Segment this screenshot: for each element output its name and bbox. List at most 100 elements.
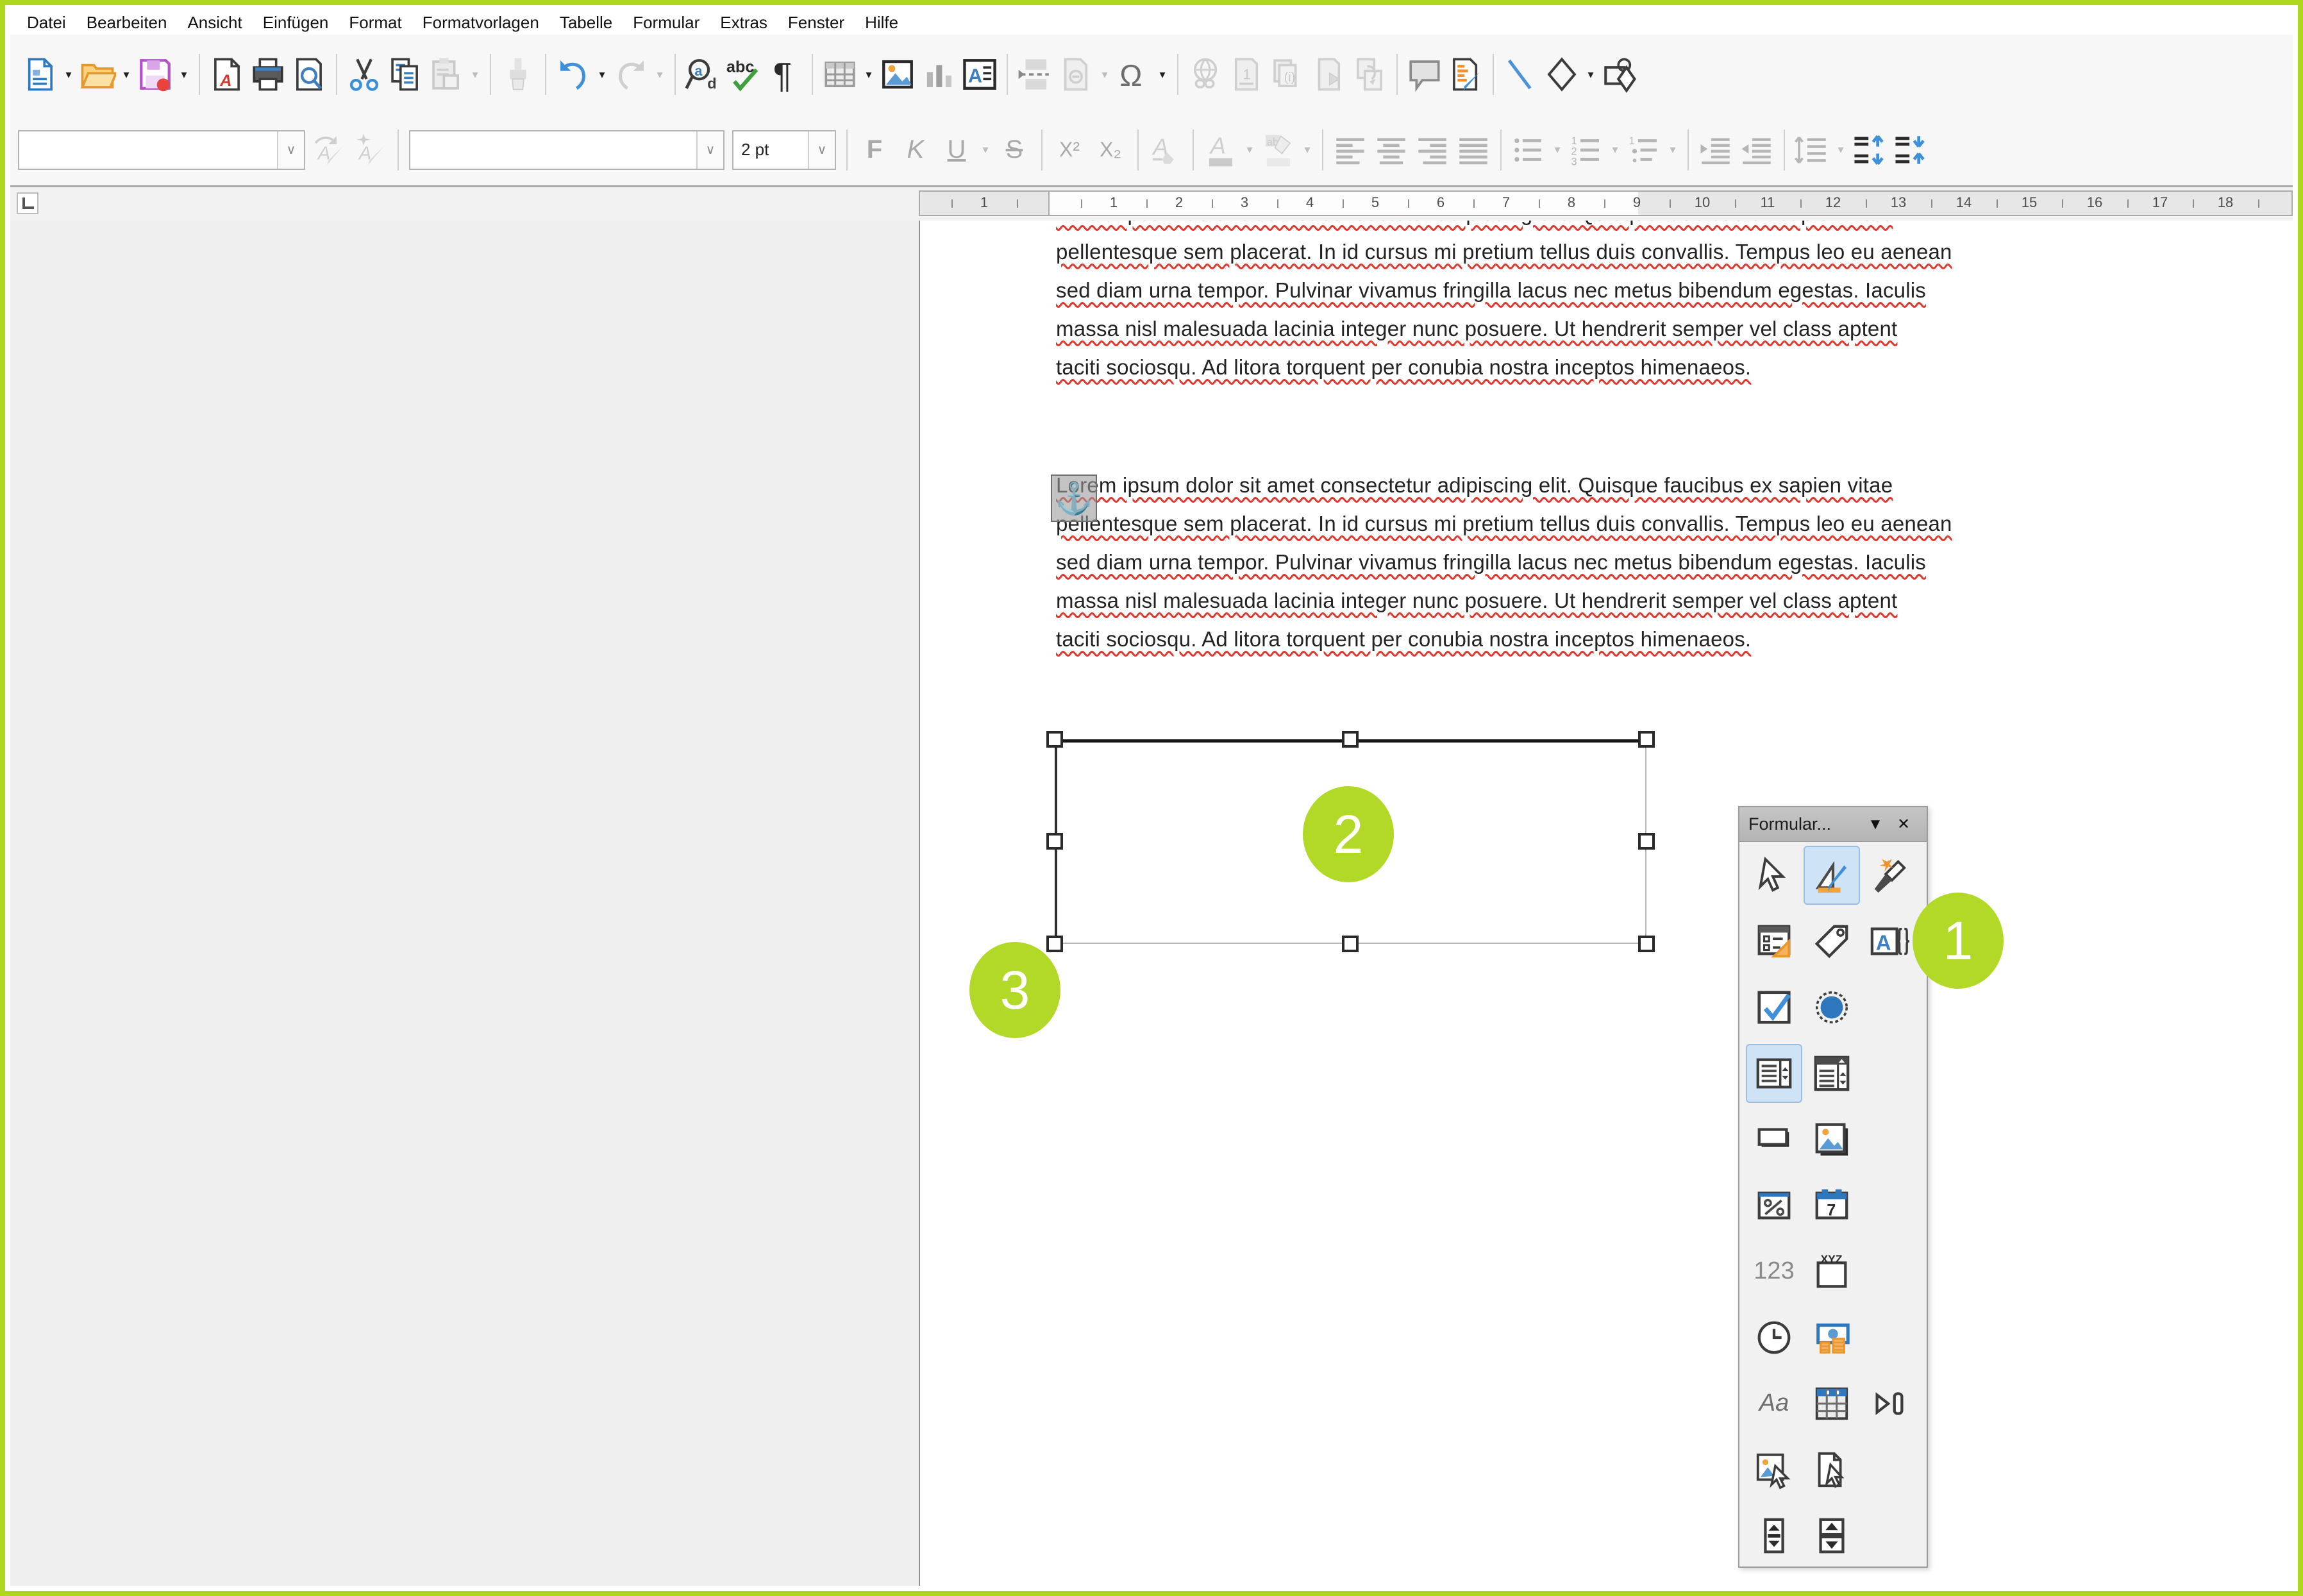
menu-item[interactable]: Einfügen: [253, 13, 339, 33]
new-document-dropdown[interactable]: ▾: [60, 51, 77, 98]
special-character-dropdown[interactable]: ▾: [1154, 51, 1171, 98]
align-left-button[interactable]: [1330, 126, 1371, 174]
paste-dropdown[interactable]: ▾: [467, 51, 483, 98]
form-design-button[interactable]: [1746, 912, 1802, 971]
combo-box-button[interactable]: [1804, 1044, 1860, 1103]
check-box-button[interactable]: [1746, 978, 1802, 1037]
bullet-list-button[interactable]: [1508, 126, 1549, 174]
endnote-button[interactable]: (i): [1267, 51, 1308, 98]
panel-menu-icon[interactable]: ▼: [1861, 816, 1889, 834]
update-style-button[interactable]: A: [309, 126, 350, 174]
resize-handle-middle-left[interactable]: [1046, 833, 1063, 850]
resize-handle-top-right[interactable]: [1638, 731, 1655, 748]
currency-field-button[interactable]: [1804, 1308, 1860, 1367]
formatting-marks-button[interactable]: ¶: [764, 51, 805, 98]
hyperlink-button[interactable]: [1185, 51, 1226, 98]
font-color-button[interactable]: A: [1200, 126, 1241, 174]
save-button[interactable]: [135, 51, 176, 98]
resize-handle-top-center[interactable]: [1342, 731, 1359, 748]
find-replace-button[interactable]: ad: [682, 51, 723, 98]
insert-chart-button[interactable]: [918, 51, 959, 98]
special-character-button[interactable]: Ω: [1113, 51, 1154, 98]
resize-handle-bottom-center[interactable]: [1342, 936, 1359, 952]
open-dropdown[interactable]: ▾: [118, 51, 135, 98]
menu-item[interactable]: Hilfe: [855, 13, 909, 33]
cross-reference-button[interactable]: [1349, 51, 1390, 98]
font-color-dropdown[interactable]: ▾: [1241, 126, 1258, 174]
basic-shapes-button[interactable]: [1541, 51, 1582, 98]
move-up-button[interactable]: [1849, 126, 1890, 174]
label-field-button[interactable]: [1804, 912, 1860, 971]
anchor-icon[interactable]: ⚓: [1051, 475, 1097, 522]
menu-item[interactable]: Formular: [623, 13, 710, 33]
paste-button[interactable]: [426, 51, 467, 98]
document-page[interactable]: Lorem ipsum dolor sit amet consectetur a…: [919, 221, 2293, 1586]
pattern-field-button[interactable]: XYZ: [1804, 1242, 1860, 1301]
align-right-button[interactable]: [1412, 126, 1453, 174]
show-draw-functions-button[interactable]: [1599, 51, 1640, 98]
underline-button[interactable]: U: [936, 126, 977, 174]
bullet-list-dropdown[interactable]: ▾: [1549, 126, 1566, 174]
basic-shapes-dropdown[interactable]: ▾: [1582, 51, 1599, 98]
resize-handle-bottom-right[interactable]: [1638, 936, 1655, 952]
page-break-button[interactable]: [1014, 51, 1055, 98]
decrease-indent-button[interactable]: [1736, 126, 1777, 174]
insert-line-button[interactable]: [1500, 51, 1541, 98]
new-style-button[interactable]: A: [350, 126, 391, 174]
file-selection-button[interactable]: [1804, 1440, 1860, 1499]
panel-close-icon[interactable]: ✕: [1889, 815, 1918, 834]
toggle-wizards-button[interactable]: [1861, 846, 1918, 905]
line-spacing-dropdown[interactable]: ▾: [1832, 126, 1849, 174]
panel-title-bar[interactable]: Formular... ▼ ✕: [1739, 807, 1927, 842]
clone-formatting-button[interactable]: [498, 51, 539, 98]
menu-item[interactable]: Extras: [710, 13, 778, 33]
spin-button[interactable]: [1804, 1506, 1860, 1565]
time-field-button[interactable]: [1746, 1308, 1802, 1367]
navigation-bar-button[interactable]: [1861, 1374, 1918, 1433]
push-button[interactable]: [1746, 1110, 1802, 1169]
redo-dropdown[interactable]: ▾: [651, 51, 668, 98]
footnote-button[interactable]: 1: [1226, 51, 1267, 98]
horizontal-ruler[interactable]: 1123456789101112131415161718: [919, 190, 2293, 216]
font-name-combo[interactable]: ∨: [409, 130, 724, 170]
align-center-button[interactable]: [1371, 126, 1412, 174]
save-dropdown[interactable]: ▾: [176, 51, 192, 98]
scrollbar-button[interactable]: [1746, 1506, 1802, 1565]
bookmark-button[interactable]: [1308, 51, 1349, 98]
print-preview-button[interactable]: [289, 51, 330, 98]
select-button[interactable]: [1746, 846, 1802, 905]
clear-formatting-button[interactable]: A: [1145, 126, 1186, 174]
insert-table-button[interactable]: [819, 51, 860, 98]
print-button[interactable]: [247, 51, 289, 98]
menu-item[interactable]: Fenster: [778, 13, 855, 33]
undo-button[interactable]: [553, 51, 594, 98]
copy-button[interactable]: [385, 51, 426, 98]
insert-field-dropdown[interactable]: ▾: [1096, 51, 1113, 98]
underline-dropdown[interactable]: ▾: [977, 126, 994, 174]
list-box-button[interactable]: [1746, 1044, 1802, 1103]
combo-arrow-icon[interactable]: ∨: [277, 131, 304, 169]
menu-item[interactable]: Tabelle: [549, 13, 623, 33]
highlight-color-button[interactable]: ab: [1258, 126, 1299, 174]
superscript-button[interactable]: X²: [1049, 126, 1090, 174]
formatted-field-button[interactable]: [1746, 1176, 1802, 1235]
menu-item[interactable]: Format: [339, 13, 412, 33]
outline-list-dropdown[interactable]: ▾: [1664, 126, 1681, 174]
date-field-button[interactable]: 7: [1804, 1176, 1860, 1235]
strikethrough-button[interactable]: S: [994, 126, 1035, 174]
italic-button[interactable]: K: [895, 126, 936, 174]
open-button[interactable]: [77, 51, 118, 98]
justify-button[interactable]: [1453, 126, 1494, 174]
menu-item[interactable]: Ansicht: [177, 13, 252, 33]
line-spacing-button[interactable]: [1791, 126, 1832, 174]
design-mode-button[interactable]: [1804, 846, 1860, 905]
menu-item[interactable]: Datei: [17, 13, 76, 33]
combo-arrow-icon[interactable]: ∨: [808, 131, 835, 169]
combo-arrow-icon[interactable]: ∨: [696, 131, 723, 169]
tab-stop-selector[interactable]: [17, 192, 38, 214]
bold-button[interactable]: F: [854, 126, 895, 174]
menu-item[interactable]: Formatvorlagen: [412, 13, 549, 33]
track-changes-button[interactable]: [1445, 51, 1486, 98]
insert-table-dropdown[interactable]: ▾: [860, 51, 877, 98]
font-size-combo[interactable]: 2 pt∨: [732, 130, 836, 170]
